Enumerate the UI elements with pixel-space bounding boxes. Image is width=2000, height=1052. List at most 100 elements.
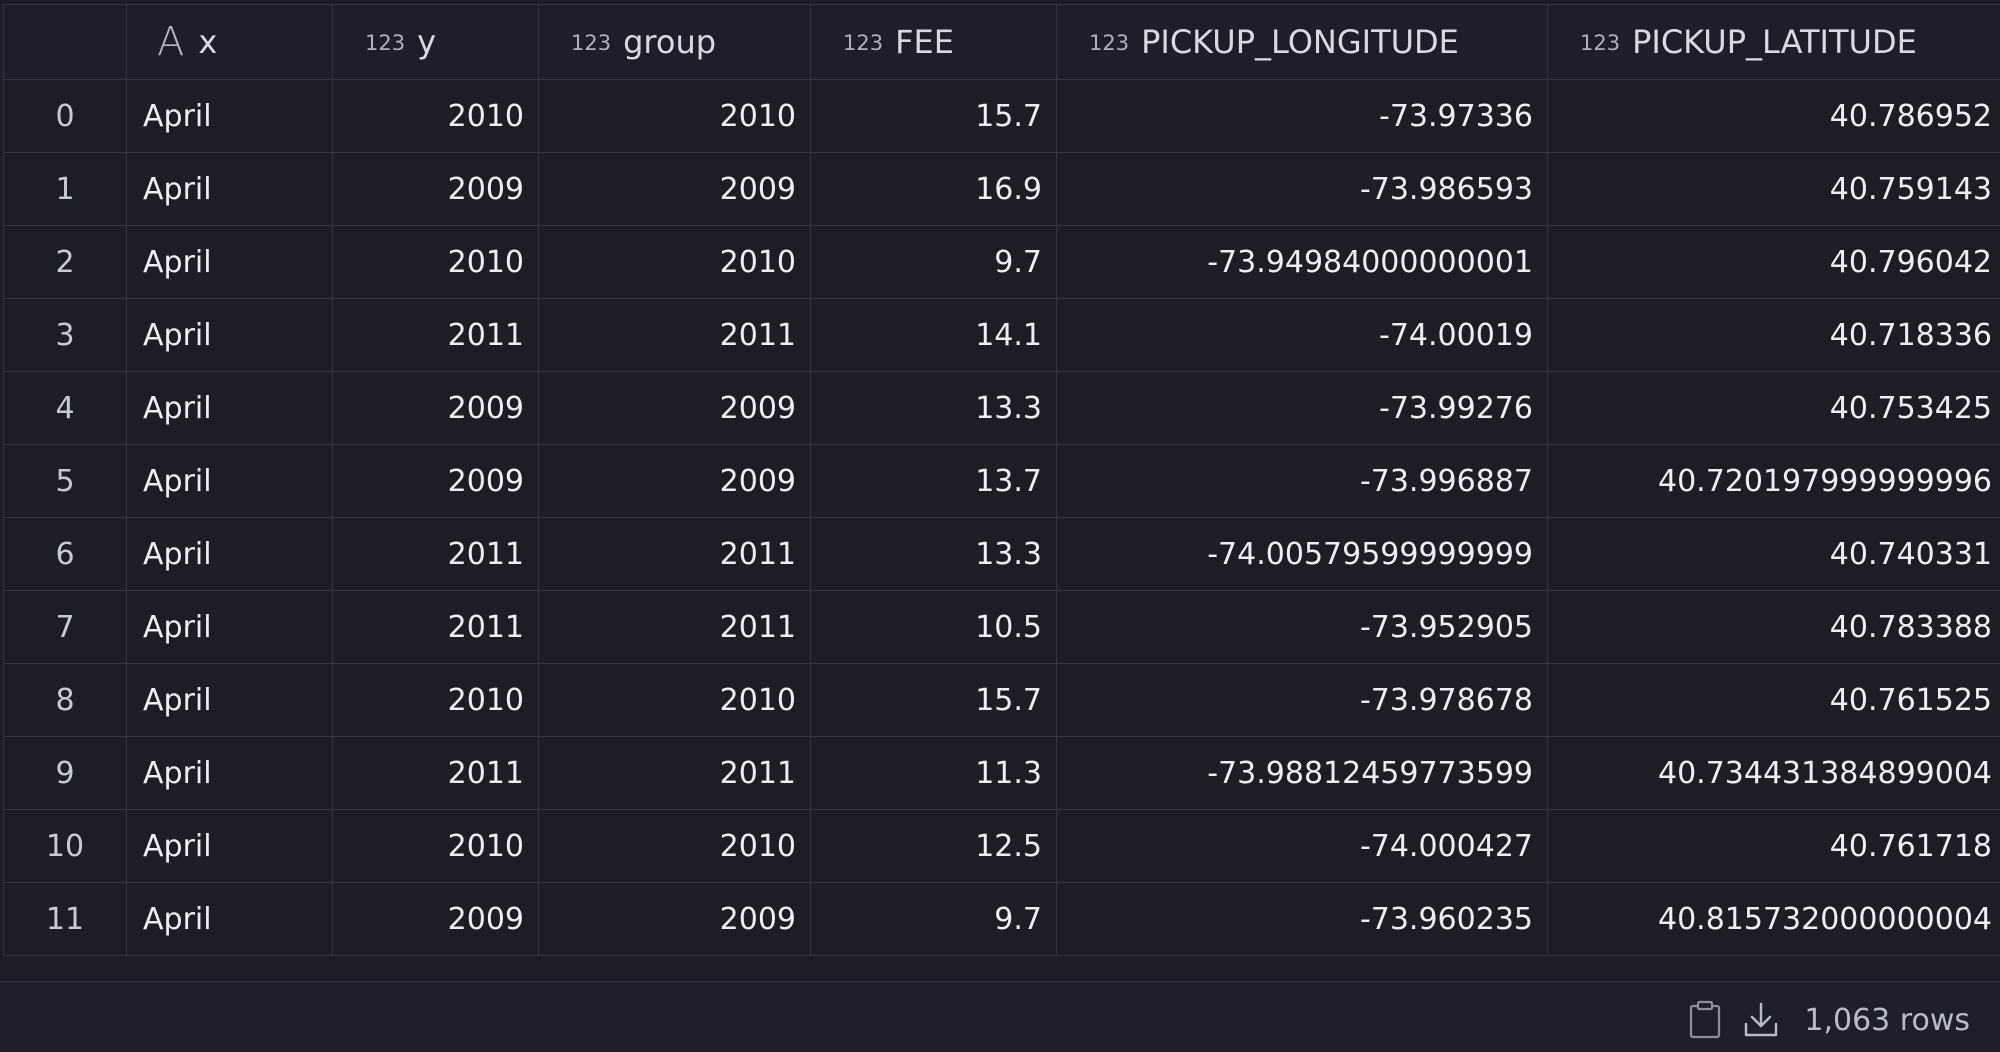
row-index: 5 xyxy=(3,444,127,518)
cell-y[interactable]: 2010 xyxy=(332,663,539,737)
cell-pickup-latitude[interactable]: 40.740331 xyxy=(1547,517,2000,591)
cell-fee[interactable]: 9.7 xyxy=(810,225,1057,299)
column-header-pickup-longitude[interactable]: 123 PICKUP_LONGITUDE xyxy=(1056,4,1548,80)
table-row[interactable]: 3 April 2011 2011 14.1 -74.00019 40.7183… xyxy=(3,298,2000,372)
cell-y[interactable]: 2011 xyxy=(332,517,539,591)
cell-x[interactable]: April xyxy=(126,809,333,883)
column-header-pickup-latitude[interactable]: 123 PICKUP_LATITUDE xyxy=(1547,4,2000,80)
cell-fee[interactable]: 16.9 xyxy=(810,152,1057,226)
row-index: 9 xyxy=(3,736,127,810)
cell-x[interactable]: April xyxy=(126,663,333,737)
column-header-index[interactable] xyxy=(3,4,127,80)
cell-pickup-latitude[interactable]: 40.786952 xyxy=(1547,79,2000,153)
dataframe-viewer: Ax 123 y 123 group 123 FEE 123 PICKUP_LONGIT… xyxy=(0,0,2000,1052)
table-row[interactable]: 2 April 2010 2010 9.7 -73.94984000000001… xyxy=(3,225,2000,299)
cell-y[interactable]: 2009 xyxy=(332,371,539,445)
cell-fee[interactable]: 10.5 xyxy=(810,590,1057,664)
cell-pickup-latitude[interactable]: 40.815732000000004 xyxy=(1547,882,2000,956)
cell-pickup-longitude[interactable]: -73.97336 xyxy=(1056,79,1548,153)
cell-fee[interactable]: 9.7 xyxy=(810,882,1057,956)
cell-x[interactable]: April xyxy=(126,371,333,445)
cell-group[interactable]: 2011 xyxy=(538,590,811,664)
cell-y[interactable]: 2010 xyxy=(332,79,539,153)
cell-fee[interactable]: 12.5 xyxy=(810,809,1057,883)
cell-x[interactable]: April xyxy=(126,517,333,591)
cell-pickup-latitude[interactable]: 40.783388 xyxy=(1547,590,2000,664)
cell-fee[interactable]: 15.7 xyxy=(810,663,1057,737)
cell-group[interactable]: 2010 xyxy=(538,79,811,153)
cell-group[interactable]: 2009 xyxy=(538,152,811,226)
cell-pickup-longitude[interactable]: -73.960235 xyxy=(1056,882,1548,956)
cell-pickup-longitude[interactable]: -73.978678 xyxy=(1056,663,1548,737)
column-header-label: PICKUP_LONGITUDE xyxy=(1141,23,1459,61)
table-row[interactable]: 11 April 2009 2009 9.7 -73.960235 40.815… xyxy=(3,882,2000,956)
cell-pickup-latitude[interactable]: 40.720197999999996 xyxy=(1547,444,2000,518)
cell-fee[interactable]: 13.3 xyxy=(810,517,1057,591)
cell-y[interactable]: 2010 xyxy=(332,809,539,883)
header-row: Ax 123 y 123 group 123 FEE 123 PICKUP_LONGIT… xyxy=(3,4,2000,80)
column-header-fee[interactable]: 123 FEE xyxy=(810,4,1057,80)
cell-group[interactable]: 2009 xyxy=(538,882,811,956)
cell-y[interactable]: 2010 xyxy=(332,225,539,299)
cell-x[interactable]: April xyxy=(126,298,333,372)
table-row[interactable]: 8 April 2010 2010 15.7 -73.978678 40.761… xyxy=(3,663,2000,737)
table-row[interactable]: 1 April 2009 2009 16.9 -73.986593 40.759… xyxy=(3,152,2000,226)
table-row[interactable]: 5 April 2009 2009 13.7 -73.996887 40.720… xyxy=(3,444,2000,518)
cell-pickup-latitude[interactable]: 40.796042 xyxy=(1547,225,2000,299)
cell-x[interactable]: April xyxy=(126,590,333,664)
cell-pickup-latitude[interactable]: 40.761718 xyxy=(1547,809,2000,883)
cell-x[interactable]: April xyxy=(126,79,333,153)
cell-pickup-longitude[interactable]: -74.000427 xyxy=(1056,809,1548,883)
row-index: 3 xyxy=(3,298,127,372)
cell-pickup-longitude[interactable]: -74.00019 xyxy=(1056,298,1548,372)
table-row[interactable]: 9 April 2011 2011 11.3 -73.9881245977359… xyxy=(3,736,2000,810)
table-row[interactable]: 0 April 2010 2010 15.7 -73.97336 40.7869… xyxy=(3,79,2000,153)
table-row[interactable]: 4 April 2009 2009 13.3 -73.99276 40.7534… xyxy=(3,371,2000,445)
cell-pickup-longitude[interactable]: -73.94984000000001 xyxy=(1056,225,1548,299)
column-header-group[interactable]: 123 group xyxy=(538,4,811,80)
cell-pickup-longitude[interactable]: -73.986593 xyxy=(1056,152,1548,226)
clipboard-icon[interactable] xyxy=(1686,1000,1724,1040)
cell-x[interactable]: April xyxy=(126,736,333,810)
cell-fee[interactable]: 14.1 xyxy=(810,298,1057,372)
column-header-x[interactable]: Ax xyxy=(126,4,333,80)
cell-group[interactable]: 2010 xyxy=(538,663,811,737)
table-row[interactable]: 10 April 2010 2010 12.5 -74.000427 40.76… xyxy=(3,809,2000,883)
cell-y[interactable]: 2009 xyxy=(332,444,539,518)
cell-y[interactable]: 2011 xyxy=(332,736,539,810)
cell-group[interactable]: 2011 xyxy=(538,298,811,372)
cell-fee[interactable]: 15.7 xyxy=(810,79,1057,153)
cell-group[interactable]: 2010 xyxy=(538,809,811,883)
cell-fee[interactable]: 11.3 xyxy=(810,736,1057,810)
table-row[interactable]: 6 April 2011 2011 13.3 -74.0057959999999… xyxy=(3,517,2000,591)
cell-pickup-longitude[interactable]: -73.99276 xyxy=(1056,371,1548,445)
cell-pickup-latitude[interactable]: 40.753425 xyxy=(1547,371,2000,445)
cell-pickup-latitude[interactable]: 40.761525 xyxy=(1547,663,2000,737)
download-icon[interactable] xyxy=(1742,1000,1780,1040)
cell-fee[interactable]: 13.7 xyxy=(810,444,1057,518)
cell-pickup-longitude[interactable]: -74.00579599999999 xyxy=(1056,517,1548,591)
cell-pickup-latitude[interactable]: 40.759143 xyxy=(1547,152,2000,226)
cell-y[interactable]: 2011 xyxy=(332,590,539,664)
cell-y[interactable]: 2009 xyxy=(332,152,539,226)
cell-y[interactable]: 2011 xyxy=(332,298,539,372)
cell-group[interactable]: 2009 xyxy=(538,444,811,518)
cell-group[interactable]: 2011 xyxy=(538,736,811,810)
cell-y[interactable]: 2009 xyxy=(332,882,539,956)
table-row[interactable]: 7 April 2011 2011 10.5 -73.952905 40.783… xyxy=(3,590,2000,664)
cell-group[interactable]: 2011 xyxy=(538,517,811,591)
cell-pickup-latitude[interactable]: 40.718336 xyxy=(1547,298,2000,372)
cell-x[interactable]: April xyxy=(126,444,333,518)
cell-pickup-latitude[interactable]: 40.734431384899004 xyxy=(1547,736,2000,810)
cell-fee[interactable]: 13.3 xyxy=(810,371,1057,445)
cell-pickup-longitude[interactable]: -73.952905 xyxy=(1056,590,1548,664)
cell-group[interactable]: 2010 xyxy=(538,225,811,299)
cell-pickup-longitude[interactable]: -73.996887 xyxy=(1056,444,1548,518)
cell-x[interactable]: April xyxy=(126,152,333,226)
cell-pickup-longitude[interactable]: -73.98812459773599 xyxy=(1056,736,1548,810)
column-header-y[interactable]: 123 y xyxy=(332,4,539,80)
cell-group[interactable]: 2009 xyxy=(538,371,811,445)
cell-x[interactable]: April xyxy=(126,225,333,299)
cell-x[interactable]: April xyxy=(126,882,333,956)
numeric-type-icon: 123 xyxy=(571,31,612,55)
